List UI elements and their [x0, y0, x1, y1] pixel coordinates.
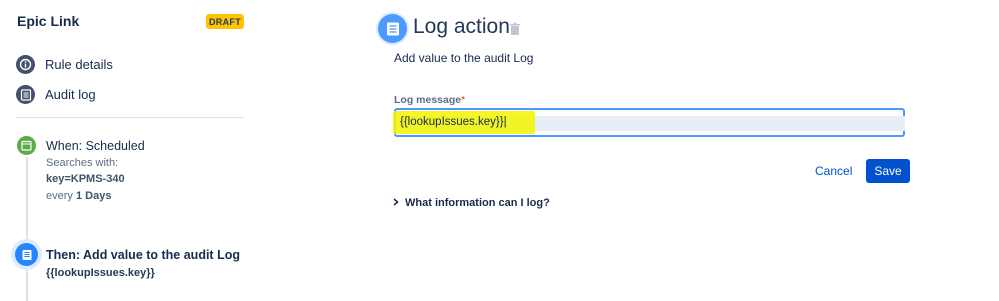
rule-name: Epic Link — [17, 13, 80, 29]
trigger-schedule: every 1 Days — [46, 190, 111, 202]
trash-icon[interactable] — [509, 22, 521, 36]
log-message-label: Log message* — [394, 94, 465, 106]
info-toggle-label: What information can I log? — [405, 197, 550, 209]
sidebar-item-label: Audit log — [45, 87, 96, 102]
chevron-right-icon — [393, 197, 399, 209]
info-toggle[interactable]: What information can I log? — [393, 197, 550, 209]
field-label-text: Log message — [394, 94, 462, 106]
schedule-prefix: every — [46, 190, 73, 202]
cancel-button[interactable]: Cancel — [815, 164, 852, 178]
info-icon — [16, 55, 35, 74]
calendar-icon[interactable] — [17, 136, 36, 155]
rule-timeline-line — [26, 153, 28, 301]
trigger-description: Searches with: — [46, 157, 119, 169]
save-button[interactable]: Save — [866, 159, 910, 183]
action-value: {{lookupIssues.key}} — [46, 267, 155, 279]
required-marker: * — [461, 94, 466, 106]
sidebar-item-label: Rule details — [45, 57, 113, 72]
log-icon — [378, 14, 407, 43]
schedule-interval: 1 Days — [75, 190, 112, 202]
action-title[interactable]: Then: Add value to the audit Log — [46, 248, 240, 262]
log-icon[interactable] — [15, 243, 38, 266]
sidebar-divider — [16, 117, 244, 118]
page-title: Log action — [413, 15, 510, 38]
trigger-title[interactable]: When: Scheduled — [46, 139, 145, 153]
trigger-jql: key=KPMS-340 — [46, 173, 125, 185]
sidebar-item-audit-log[interactable]: Audit log — [16, 85, 96, 104]
audit-log-icon — [16, 85, 35, 104]
log-message-field[interactable]: {{lookupIssues.key}}| — [393, 108, 905, 137]
draft-status-badge: DRAFT — [206, 14, 244, 29]
action-description: Add value to the audit Log — [394, 51, 534, 65]
sidebar-item-rule-details[interactable]: Rule details — [16, 55, 113, 74]
log-message-value[interactable]: {{lookupIssues.key}}| — [400, 116, 507, 128]
